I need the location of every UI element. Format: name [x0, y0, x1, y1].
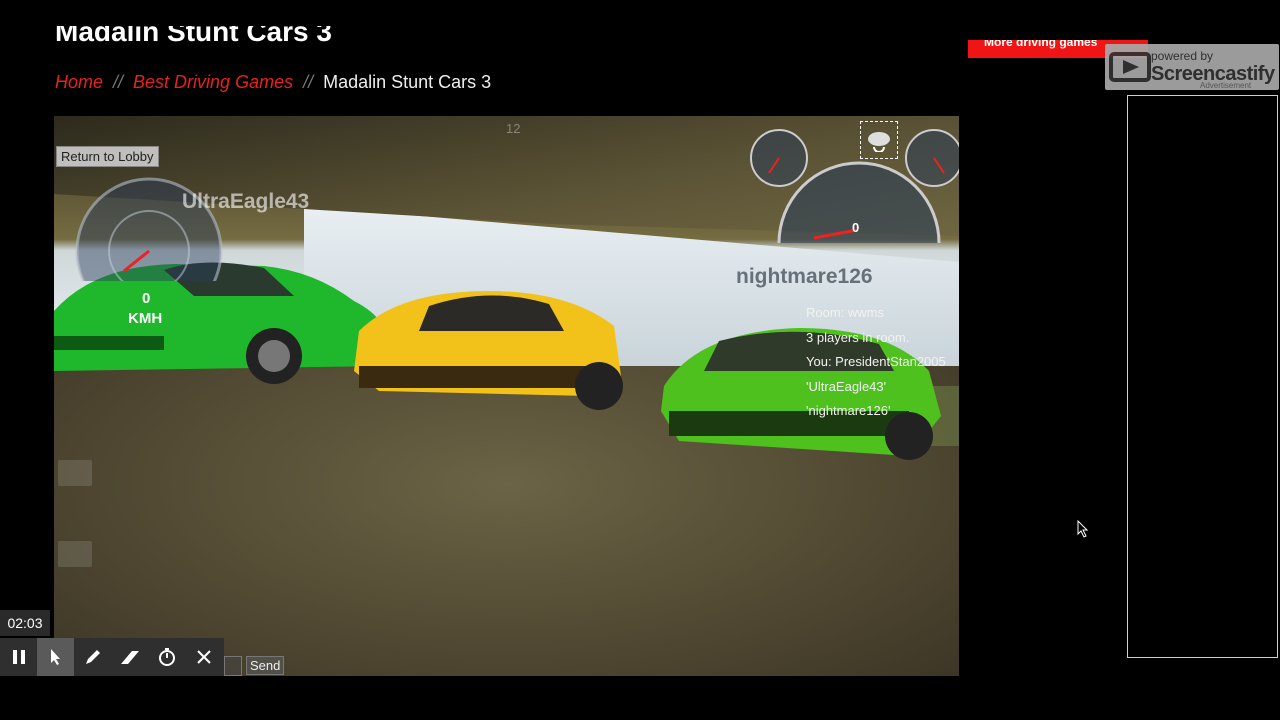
mouse-cursor-icon	[1077, 520, 1089, 538]
room-player-count: 3 players in room.	[806, 329, 910, 345]
breadcrumb-separator: //	[303, 72, 314, 92]
pointer-tool-button[interactable]	[37, 638, 74, 676]
yellow-sports-car	[354, 291, 623, 410]
breadcrumb: Home // Best Driving Games // Madalin St…	[55, 72, 491, 93]
pen-icon	[85, 650, 100, 664]
room-info-panel: Room: wwms 3 players in room. You: Presi…	[806, 301, 946, 424]
room-player: 'nightmare126'	[806, 403, 891, 418]
top-counter: 12	[506, 121, 521, 136]
room-self: You: PresidentStan2005	[806, 354, 946, 369]
pointer-icon	[50, 649, 60, 665]
speedometer-gauge-icon	[75, 177, 223, 281]
recording-timer: 02:03	[0, 610, 50, 636]
return-to-lobby-button[interactable]: Return to Lobby	[56, 146, 159, 167]
breadcrumb-home-link[interactable]: Home	[55, 72, 103, 93]
advertisement-label: Advertisement	[1200, 81, 1252, 90]
camera-button[interactable]	[58, 460, 92, 486]
chat-toggle-button[interactable]	[58, 541, 92, 567]
player-tag: UltraEagle43	[182, 190, 310, 213]
eraser-tool-button[interactable]	[111, 638, 148, 676]
pause-icon	[12, 650, 25, 664]
game-canvas[interactable]: 12 0 KMH Return to Lobby UltraEagle43 ni…	[54, 116, 959, 676]
speed-value: 0	[142, 290, 151, 307]
close-icon	[196, 650, 211, 664]
eraser-icon	[120, 651, 139, 664]
room-player: 'UltraEagle43'	[806, 378, 887, 394]
page-title: Madalin Stunt Cars 3	[55, 26, 332, 47]
screencastify-logo-icon	[1109, 52, 1151, 82]
pause-button[interactable]	[0, 638, 37, 676]
room-name: Room: wwms	[806, 305, 885, 320]
close-recorder-button[interactable]	[185, 638, 222, 676]
recorder-toolbar	[0, 638, 224, 676]
screencastify-watermark: powered by Screencastify	[1105, 44, 1279, 90]
cloud-icon	[868, 132, 890, 152]
breadcrumb-category-link[interactable]: Best Driving Games	[133, 72, 293, 93]
breadcrumb-current: Madalin Stunt Cars 3	[323, 72, 492, 92]
player-tag: nightmare126	[736, 265, 873, 288]
chat-send-button[interactable]: Send	[246, 656, 285, 675]
breadcrumb-separator: //	[113, 72, 124, 92]
timer-tool-button[interactable]	[148, 638, 185, 676]
powered-by-label: powered by	[1151, 49, 1214, 63]
speed-unit-label: KMH	[128, 310, 163, 327]
timer-icon	[158, 648, 175, 666]
pen-tool-button[interactable]	[74, 638, 111, 676]
gear-indicator: 0	[852, 220, 860, 235]
advertisement-panel	[1127, 95, 1278, 658]
weather-toggle-button[interactable]	[860, 121, 898, 159]
chat-input[interactable]	[224, 656, 242, 676]
